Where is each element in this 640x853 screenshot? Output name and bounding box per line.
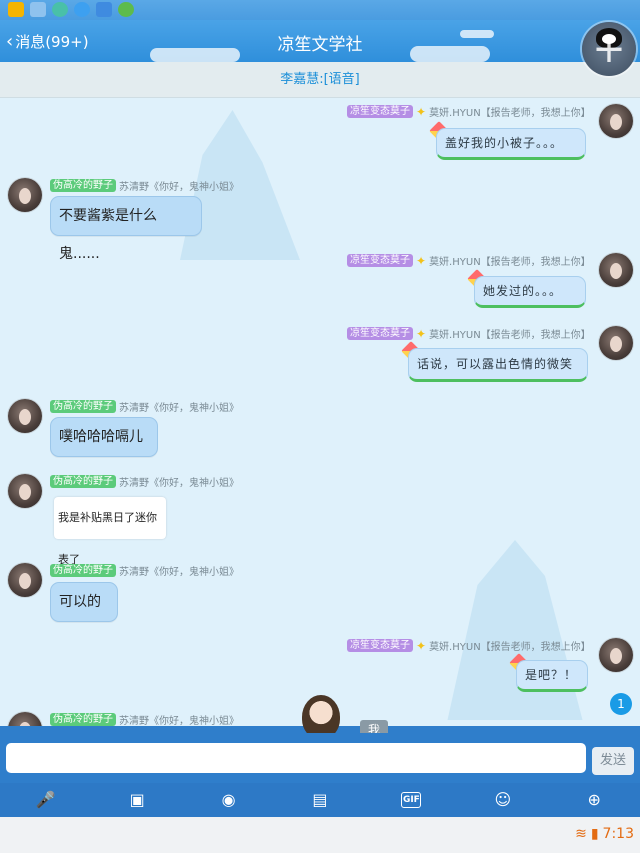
iceberg-decoration [447, 540, 583, 720]
sender-tag: 伪高冷的野子 [50, 713, 116, 726]
gif-icon[interactable]: GIF [393, 792, 429, 808]
sender-name: 苏清野《你好，鬼神小姐》 [119, 403, 239, 414]
message-bubble[interactable]: 噗哈哈哈嗝儿 [50, 417, 158, 457]
sender-name: 莫妍.HYUN【报告老师，我想上你】 [429, 330, 591, 341]
time-label: 7:13 [602, 826, 634, 842]
message-bubble[interactable]: 是吧？！ [516, 660, 588, 692]
sender-tag: 凉笙变态莫子 [347, 639, 413, 652]
avatar[interactable] [599, 104, 633, 138]
sender-tag: 伪高冷的野子 [50, 475, 116, 488]
sender-meta: 伪高冷的野子 苏清野《你好，鬼神小姐》 [50, 474, 239, 489]
message-bubble[interactable]: 不要酱紫是什么鬼...... [50, 196, 202, 262]
avatar[interactable] [8, 474, 42, 508]
sender-tag: 伪高冷的野子 [50, 400, 116, 413]
sender-tag: 伪高冷的野子 [50, 564, 116, 577]
message-bubble[interactable]: 盖好我的小被子。。。 [436, 128, 586, 160]
message-bubble[interactable]: 可以的 [50, 582, 118, 622]
avatar[interactable] [8, 178, 42, 212]
sender-name: 莫妍.HYUN【报告老师，我想上你】 [429, 642, 591, 653]
group-avatar[interactable]: + [582, 22, 636, 76]
shield-icon [96, 2, 112, 17]
sender-name: 莫妍.HYUN【报告老师，我想上你】 [429, 257, 591, 268]
status-clock: ≋ ▮ 7:13 [575, 826, 634, 842]
mic-icon[interactable]: 🎤 [28, 788, 64, 812]
system-nav-bar: ≋ ▮ 7:13 [0, 817, 640, 853]
star-icon: ✦ [416, 326, 427, 341]
camera-icon[interactable]: ◉ [211, 788, 247, 812]
star-icon: ✦ [416, 104, 427, 119]
sender-name: 苏清野《你好，鬼神小姐》 [119, 567, 239, 578]
avatar[interactable] [8, 399, 42, 433]
sender-meta: 凉笙变态莫子 ✦ 莫妍.HYUN【报告老师，我想上你】 [347, 253, 591, 268]
chat-icon [74, 2, 90, 17]
sender-meta: 伪高冷的野子 苏清野《你好，鬼神小姐》 [50, 712, 239, 727]
app-icon [118, 2, 134, 17]
avatar[interactable] [599, 253, 633, 287]
avatar[interactable] [599, 326, 633, 360]
sender-name: 莫妍.HYUN【报告老师，我想上你】 [429, 108, 591, 119]
page-title: 凉笙文学社 [277, 35, 363, 55]
photo-icon[interactable]: ▣ [119, 788, 155, 812]
message-input[interactable] [6, 743, 586, 773]
notification-icon [8, 2, 24, 17]
notification-icon [30, 2, 46, 17]
sender-tag: 凉笙变态莫子 [347, 327, 413, 340]
sender-tag: 凉笙变态莫子 [347, 254, 413, 267]
input-bar: 发送 [0, 733, 640, 783]
star-icon: ✦ [416, 638, 427, 653]
plus-icon[interactable]: ⊕ [576, 788, 612, 812]
wifi-icon: ≋ [575, 826, 587, 842]
sender-tag: 伪高冷的野子 [50, 179, 116, 192]
sender-meta: 凉笙变态莫子 ✦ 莫妍.HYUN【报告老师，我想上你】 [347, 638, 591, 653]
file-icon[interactable]: ▤ [302, 788, 338, 812]
send-button[interactable]: 发送 [592, 747, 634, 775]
sender-name: 苏清野《你好，鬼神小姐》 [119, 478, 239, 489]
sticker-image[interactable]: 我是补贴黑日了迷你表了 [54, 497, 166, 566]
sender-meta: 凉笙变态莫子 ✦ 莫妍.HYUN【报告老师，我想上你】 [347, 104, 591, 119]
chat-screen: ‹ 消息(99+) 凉笙文学社 + 李嘉慧:[语音] 凉笙变态莫子 ✦ 莫妍.H… [0, 0, 640, 853]
sender-meta: 伪高冷的野子 苏清野《你好，鬼神小姐》 [50, 178, 239, 193]
message-bubble[interactable]: 她发过的。。。 [474, 276, 586, 308]
sender-name: 苏清野《你好，鬼神小姐》 [119, 716, 239, 727]
status-bar [0, 0, 640, 20]
sender-tag: 凉笙变态莫子 [347, 105, 413, 118]
title-bar: ‹ 消息(99+) 凉笙文学社 [0, 20, 640, 62]
avatar[interactable] [8, 563, 42, 597]
sender-meta: 伪高冷的野子 苏清野《你好，鬼神小姐》 [50, 563, 239, 578]
battery-icon: ▮ [590, 826, 599, 842]
voice-message-banner[interactable]: 李嘉慧:[语音] [0, 62, 640, 98]
sender-meta: 凉笙变态莫子 ✦ 莫妍.HYUN【报告老师，我想上你】 [347, 326, 591, 341]
unread-count-badge[interactable]: 1 [610, 693, 632, 715]
chat-icon [52, 2, 68, 17]
avatar[interactable] [599, 638, 633, 672]
message-bubble[interactable]: 话说，可以露出色情的微笑 [408, 348, 588, 382]
plus-icon: + [592, 26, 626, 72]
emoji-icon[interactable]: ☺ [485, 788, 521, 812]
gif-label: GIF [401, 792, 422, 808]
sender-name: 苏清野《你好，鬼神小姐》 [119, 182, 239, 193]
sender-meta: 伪高冷的野子 苏清野《你好，鬼神小姐》 [50, 399, 239, 414]
star-icon: ✦ [416, 253, 427, 268]
input-toolbar: 🎤 ▣ ◉ ▤ GIF ☺ ⊕ [0, 783, 640, 817]
